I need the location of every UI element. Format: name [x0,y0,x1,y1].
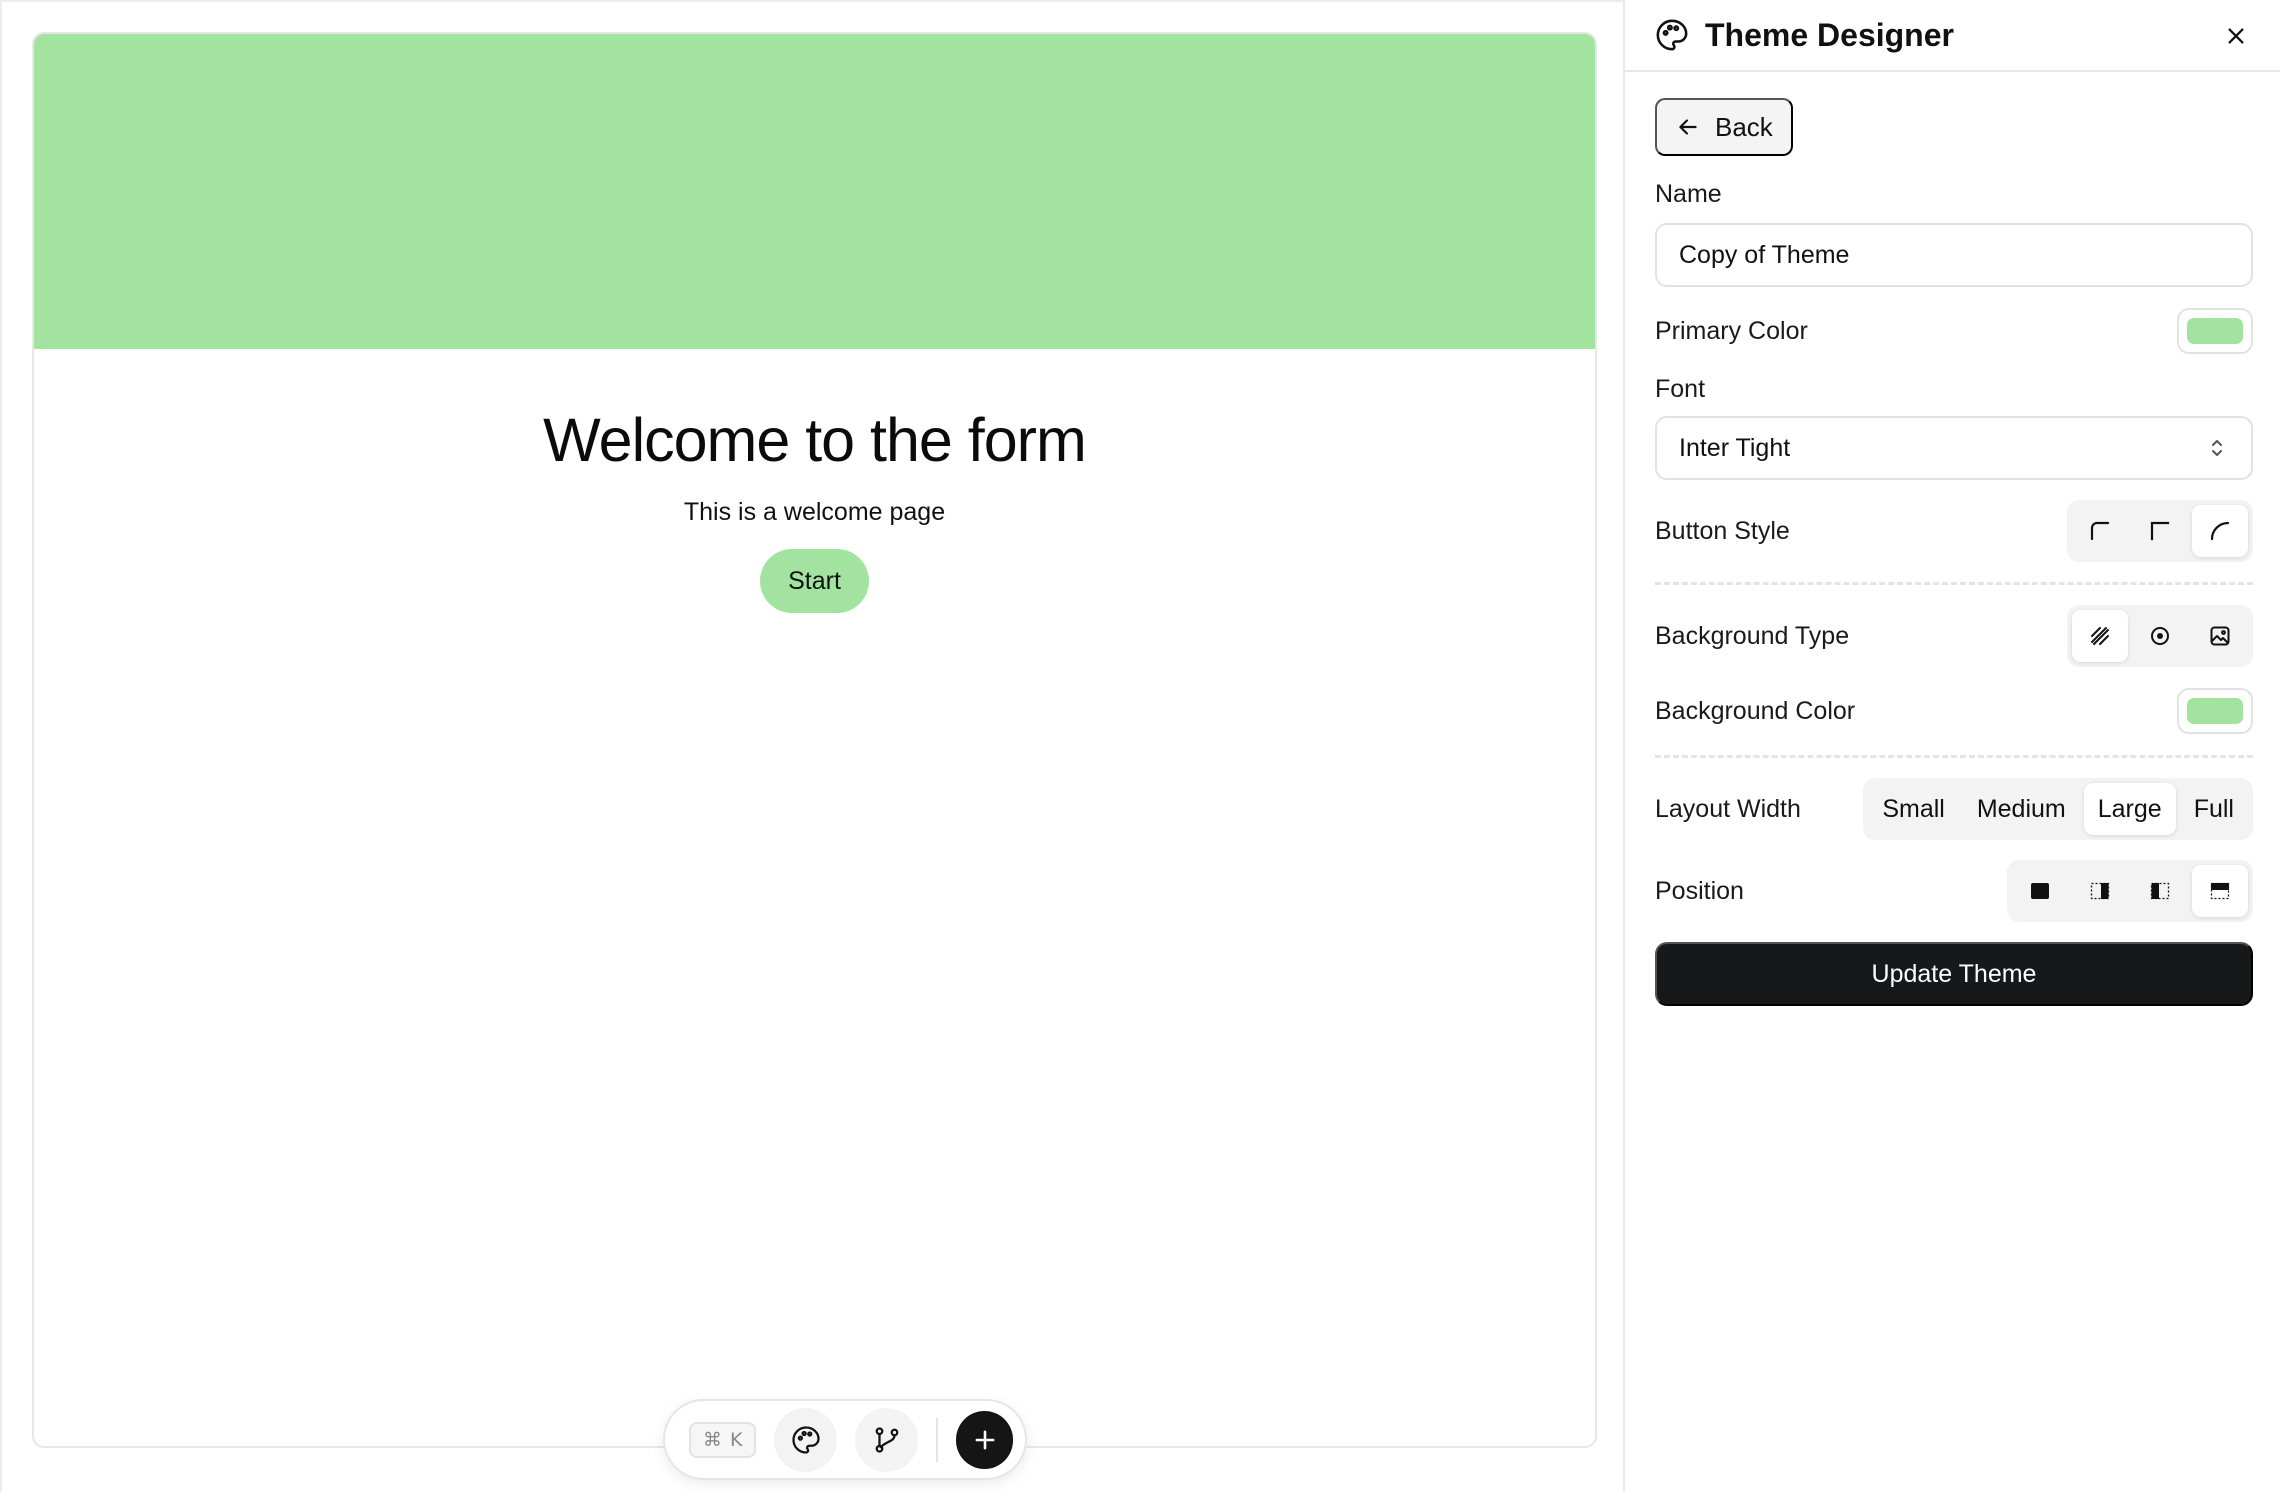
section-divider [1655,582,2253,585]
font-select[interactable]: Inter Tight [1655,416,2253,480]
palette-icon [1656,19,1688,51]
image-icon [2210,626,2230,646]
corner-rounded-small-icon [2090,521,2110,541]
plus-icon [975,1430,994,1449]
primary-color-row: Primary Color [1655,307,2253,355]
name-input-value: Copy of Theme [1679,240,1850,269]
layout-top-icon [2210,882,2230,900]
layout-width-large[interactable]: Large [2083,783,2176,835]
hero-banner [34,34,1595,349]
command-palette-shortcut[interactable]: ⌘ K [689,1421,757,1458]
back-label: Back [1715,111,1773,142]
theme-designer-panel: Theme Designer Back Name Copy of Theme P… [1623,0,2280,1492]
corner-rounded-large-icon [2210,521,2230,541]
background-color-row: Background Color [1655,687,2253,735]
background-type-gradient[interactable] [2132,610,2188,662]
layout-right-icon [2090,882,2110,900]
layout-width-small[interactable]: Small [1868,783,1959,835]
layout-full-icon [2031,883,2049,899]
form-canvas: Welcome to the form This is a welcome pa… [0,0,1623,1492]
button-style-rounded-large[interactable] [2192,505,2248,557]
background-color-label: Background Color [1655,696,1856,725]
layout-width-toggle: Small Medium Large Full [1863,778,2253,840]
corner-square-icon [2150,521,2170,541]
position-row: Position [1655,860,2253,922]
background-type-toggle [2067,605,2253,667]
panel-header: Theme Designer [1625,0,2280,72]
start-button[interactable]: Start [760,549,869,614]
theme-button[interactable] [774,1407,838,1472]
form-preview: Welcome to the form This is a welcome pa… [32,32,1597,1448]
git-branch-icon [875,1426,899,1453]
add-block-button[interactable] [956,1410,1013,1469]
update-theme-button[interactable]: Update Theme [1655,942,2253,1006]
welcome-subtitle[interactable]: This is a welcome page [34,498,1595,527]
target-icon [2151,627,2169,645]
layout-width-medium[interactable]: Medium [1963,783,2080,835]
background-color-swatch [2187,698,2243,724]
position-right[interactable] [2072,865,2128,917]
back-button[interactable]: Back [1655,98,1793,156]
logic-button[interactable] [855,1407,919,1472]
name-label: Name [1655,180,1722,208]
position-label: Position [1655,876,1744,905]
close-icon [2228,28,2244,44]
button-style-rounded-small[interactable] [2072,505,2128,557]
button-style-toggle [2067,500,2253,562]
hatch-fill-icon [2091,627,2109,645]
layout-width-full[interactable]: Full [2180,783,2248,835]
panel-title: Theme Designer [1705,16,1954,53]
button-style-row: Button Style [1655,500,2253,562]
welcome-title[interactable]: Welcome to the form [34,406,1595,474]
primary-color-swatch [2187,318,2243,344]
primary-color-label: Primary Color [1655,316,1808,345]
position-toggle [2007,860,2253,922]
background-type-label: Background Type [1655,621,1850,650]
font-select-value: Inter Tight [1679,433,1791,462]
position-top[interactable] [2192,865,2248,917]
background-type-image[interactable] [2192,610,2248,662]
layout-width-row: Layout Width Small Medium Large Full [1655,778,2253,840]
command-key-icon: ⌘ [703,1428,722,1451]
panel-body: Back Name Copy of Theme Primary Color Fo… [1625,72,2280,1006]
font-label: Font [1655,375,1706,403]
button-style-label: Button Style [1655,516,1790,545]
section-divider [1655,755,2253,758]
close-panel-button[interactable] [2220,20,2252,52]
name-input[interactable]: Copy of Theme [1655,223,2253,287]
chevrons-up-down-icon [2212,440,2222,456]
floating-toolbar: ⌘ K [663,1399,1027,1480]
layout-width-label: Layout Width [1655,794,1801,823]
background-type-row: Background Type [1655,605,2253,667]
arrow-left-icon [1679,119,1697,135]
position-full[interactable] [2012,865,2068,917]
welcome-section: Welcome to the form This is a welcome pa… [34,349,1595,614]
button-style-square[interactable] [2132,505,2188,557]
palette-icon [792,1425,820,1454]
position-left[interactable] [2132,865,2188,917]
layout-left-icon [2150,882,2170,900]
toolbar-divider [936,1417,939,1462]
background-color-picker[interactable] [2177,688,2253,734]
primary-color-picker[interactable] [2177,308,2253,354]
background-type-solid[interactable] [2072,610,2128,662]
shortcut-key-label: K [730,1428,743,1451]
